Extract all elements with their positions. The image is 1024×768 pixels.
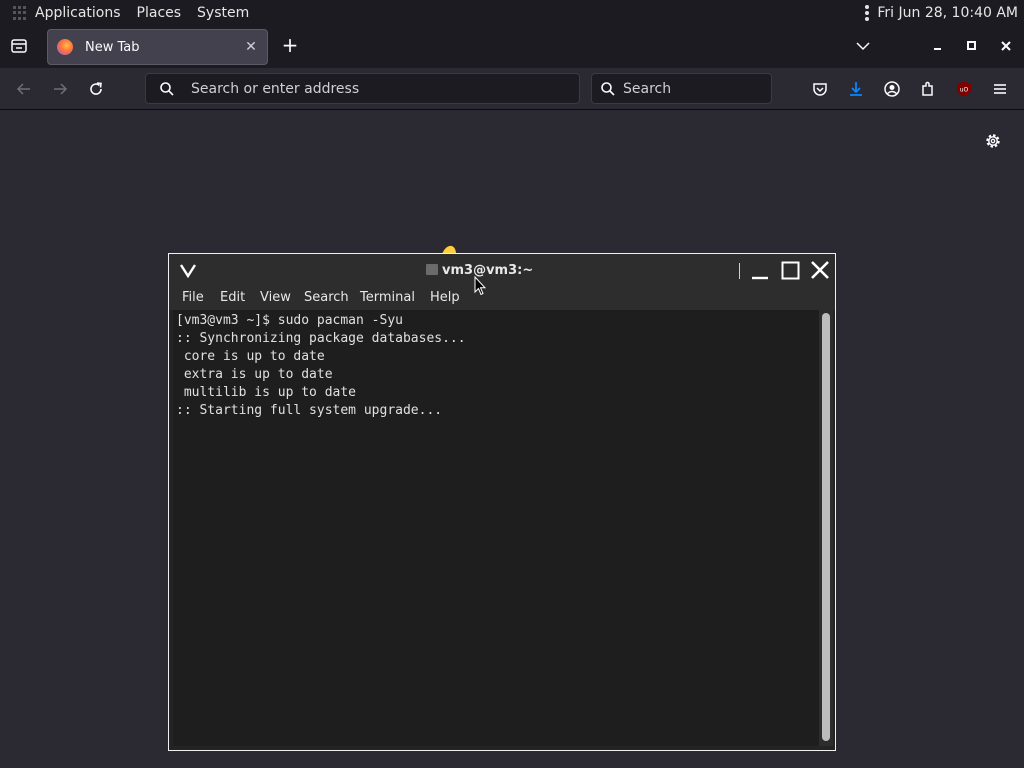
panel-clock[interactable]: Fri Jun 28, 10:40 AM bbox=[877, 5, 1018, 21]
back-icon[interactable] bbox=[15, 80, 33, 98]
menu-search[interactable]: Search bbox=[304, 290, 349, 305]
forward-icon[interactable] bbox=[51, 80, 69, 98]
menu-edit[interactable]: Edit bbox=[220, 290, 245, 305]
firefox-icon bbox=[57, 39, 73, 55]
menu-terminal[interactable]: Terminal bbox=[360, 290, 415, 305]
close-tab-icon[interactable]: ✕ bbox=[243, 39, 259, 55]
svg-text:uO: uO bbox=[960, 87, 969, 94]
extensions-icon[interactable] bbox=[919, 80, 937, 98]
ublock-icon[interactable]: uO bbox=[955, 80, 973, 98]
new-tab-icon[interactable]: + bbox=[280, 35, 300, 55]
terminal-output[interactable]: [vm3@vm3 ~]$ sudo pacman -Syu:: Synchron… bbox=[173, 310, 819, 746]
desktop: Applications Places System Fri Jun 28, 1… bbox=[0, 0, 1024, 768]
menu-help[interactable]: Help bbox=[430, 290, 460, 305]
titlebar-separator bbox=[739, 263, 740, 279]
search-bar[interactable]: Search bbox=[591, 73, 772, 104]
menu-file[interactable]: File bbox=[182, 290, 204, 305]
minimize-icon[interactable] bbox=[751, 262, 769, 280]
search-placeholder: Search bbox=[623, 80, 672, 97]
hamburger-menu-icon[interactable] bbox=[991, 80, 1009, 98]
terminal-titlebar[interactable]: vm3@vm3:~ bbox=[169, 254, 835, 286]
terminal-line: multilib is up to date bbox=[176, 385, 357, 400]
kebab-menu-icon[interactable] bbox=[865, 5, 870, 21]
reload-icon[interactable] bbox=[87, 80, 105, 98]
maximize-icon[interactable] bbox=[964, 38, 980, 54]
close-icon[interactable] bbox=[810, 260, 830, 280]
tab-new-tab[interactable]: New Tab ✕ bbox=[47, 29, 268, 65]
panel-menu-places[interactable]: Places bbox=[137, 5, 182, 21]
terminal-line: extra is up to date bbox=[176, 367, 333, 382]
terminal-line: :: Synchronizing package databases... bbox=[176, 331, 466, 346]
address-placeholder: Search or enter address bbox=[191, 80, 360, 97]
terminal-line: :: Starting full system upgrade... bbox=[176, 403, 443, 418]
terminal-menubar: File Edit View Search Terminal Help bbox=[169, 286, 835, 310]
apps-grid-icon[interactable] bbox=[13, 6, 27, 20]
vivaldi-logo-icon bbox=[179, 264, 197, 278]
scrollbar-thumb[interactable] bbox=[822, 313, 830, 741]
terminal-title: vm3@vm3:~ bbox=[442, 263, 534, 278]
terminal-line: [vm3@vm3 ~]$ sudo pacman -Syu bbox=[176, 313, 403, 328]
maximize-icon[interactable] bbox=[781, 261, 800, 280]
navigation-toolbar: Search or enter address Search uO bbox=[0, 68, 1024, 110]
list-all-tabs-icon[interactable] bbox=[10, 38, 28, 54]
tab-strip: New Tab ✕ + bbox=[0, 26, 1024, 68]
address-bar[interactable]: Search or enter address bbox=[145, 73, 580, 104]
settings-gear-icon[interactable] bbox=[984, 132, 1002, 150]
search-icon bbox=[601, 81, 615, 96]
mouse-pointer-icon bbox=[474, 276, 486, 296]
pocket-icon[interactable] bbox=[811, 80, 829, 98]
minimize-icon[interactable] bbox=[930, 38, 946, 54]
panel-menu-system[interactable]: System bbox=[197, 5, 249, 21]
terminal-line: core is up to date bbox=[176, 349, 325, 364]
menu-view[interactable]: View bbox=[260, 290, 291, 305]
chevron-down-icon[interactable] bbox=[855, 38, 871, 54]
top-panel: Applications Places System Fri Jun 28, 1… bbox=[0, 0, 1024, 26]
search-icon bbox=[160, 81, 174, 96]
terminal-window[interactable]: vm3@vm3:~ File Edit View Search Terminal… bbox=[168, 253, 836, 751]
terminal-scrollbar[interactable] bbox=[819, 310, 833, 746]
tab-title: New Tab bbox=[85, 39, 140, 55]
download-icon[interactable] bbox=[847, 80, 865, 98]
panel-menu-applications[interactable]: Applications bbox=[35, 5, 121, 21]
terminal-icon bbox=[426, 264, 438, 275]
account-icon[interactable] bbox=[883, 80, 901, 98]
close-window-icon[interactable] bbox=[998, 38, 1014, 54]
